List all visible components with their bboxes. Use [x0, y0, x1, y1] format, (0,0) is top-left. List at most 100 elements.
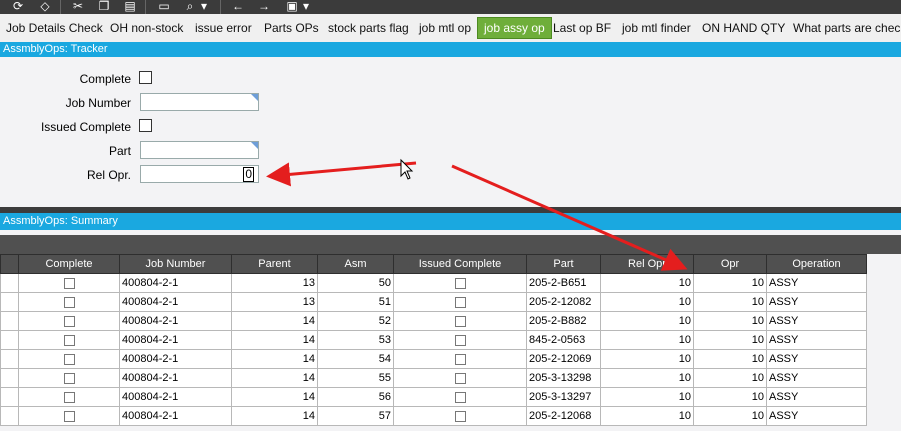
row-checkbox[interactable] [454, 410, 466, 422]
row-checkbox[interactable] [454, 372, 466, 384]
part-cell[interactable]: 205-2-12069 [526, 349, 601, 369]
issued-complete-cell[interactable] [393, 406, 527, 426]
complete-cell[interactable] [18, 368, 120, 388]
job-number-cell[interactable]: 400804-2-1 [119, 311, 232, 331]
column-header-issued-complete[interactable]: Issued Complete [393, 254, 527, 274]
tab-job-assy-op[interactable]: job assy op [477, 17, 552, 39]
issued-complete-cell[interactable] [393, 292, 527, 312]
rel-opr-cell[interactable]: 10 [600, 330, 694, 350]
copy-icon[interactable]: ❐ [96, 0, 112, 12]
opr-cell[interactable]: 10 [693, 311, 767, 331]
operation-cell[interactable]: ASSY [766, 330, 867, 350]
parent-cell[interactable]: 14 [231, 311, 318, 331]
column-header-rel-opr[interactable]: Rel Opr [600, 254, 694, 274]
opr-cell[interactable]: 10 [693, 349, 767, 369]
table-row[interactable]: 400804-2-1 13 50 205-2-B651 10 10 ASSY [0, 273, 867, 293]
forward-icon[interactable]: → [256, 0, 272, 12]
table-row[interactable]: 400804-2-1 14 53 845-2-0563 10 10 ASSY [0, 330, 867, 350]
operation-cell[interactable]: ASSY [766, 349, 867, 369]
table-row[interactable]: 400804-2-1 14 54 205-2-12069 10 10 ASSY [0, 349, 867, 369]
asm-cell[interactable]: 54 [317, 349, 394, 369]
cut-icon[interactable]: ✂ [70, 0, 86, 12]
operation-cell[interactable]: ASSY [766, 311, 867, 331]
row-selector[interactable] [0, 273, 19, 293]
row-checkbox[interactable] [63, 277, 75, 289]
opr-cell[interactable]: 10 [693, 292, 767, 312]
tag-icon[interactable]: ◇ [37, 0, 53, 12]
issued-complete-cell[interactable] [393, 368, 527, 388]
opr-cell[interactable]: 10 [693, 368, 767, 388]
row-checkbox[interactable] [63, 315, 75, 327]
column-header-parent[interactable]: Parent [231, 254, 318, 274]
rel-opr-cell[interactable]: 10 [600, 311, 694, 331]
complete-cell[interactable] [18, 406, 120, 426]
dropdown-icon[interactable]: ▾ [302, 0, 310, 12]
row-selector[interactable] [0, 387, 19, 407]
job-number-cell[interactable]: 400804-2-1 [119, 387, 232, 407]
print-icon[interactable]: ▭ [156, 0, 172, 12]
table-row[interactable]: 400804-2-1 13 51 205-2-12082 10 10 ASSY [0, 292, 867, 312]
job-number-cell[interactable]: 400804-2-1 [119, 273, 232, 293]
tab-issue-error[interactable]: issue error [189, 18, 258, 38]
operation-cell[interactable]: ASSY [766, 368, 867, 388]
issued-complete-cell[interactable] [393, 387, 527, 407]
tab-oh-non-stock[interactable]: OH non-stock [104, 18, 189, 38]
back-icon[interactable]: ← [230, 0, 246, 12]
parent-cell[interactable]: 14 [231, 406, 318, 426]
row-checkbox[interactable] [454, 315, 466, 327]
rel-opr-cell[interactable]: 10 [600, 406, 694, 426]
column-header-part[interactable]: Part [526, 254, 601, 274]
complete-cell[interactable] [18, 311, 120, 331]
operation-cell[interactable]: ASSY [766, 273, 867, 293]
parent-cell[interactable]: 13 [231, 273, 318, 293]
complete-cell[interactable] [18, 273, 120, 293]
rel-opr-field[interactable]: 0 [140, 165, 259, 183]
complete-cell[interactable] [18, 387, 120, 407]
row-checkbox[interactable] [63, 372, 75, 384]
asm-cell[interactable]: 55 [317, 368, 394, 388]
asm-cell[interactable]: 52 [317, 311, 394, 331]
column-header-job-number[interactable]: Job Number [119, 254, 232, 274]
row-selector[interactable] [0, 406, 19, 426]
opr-cell[interactable]: 10 [693, 406, 767, 426]
asm-cell[interactable]: 56 [317, 387, 394, 407]
parent-cell[interactable]: 14 [231, 387, 318, 407]
rel-opr-cell[interactable]: 10 [600, 273, 694, 293]
asm-cell[interactable]: 51 [317, 292, 394, 312]
asm-cell[interactable]: 53 [317, 330, 394, 350]
row-selector[interactable] [0, 330, 19, 350]
dropdown-icon[interactable]: ▾ [200, 0, 208, 12]
tab-job-details-check[interactable]: Job Details Check [0, 18, 109, 38]
opr-cell[interactable]: 10 [693, 387, 767, 407]
row-selector[interactable] [0, 349, 19, 369]
rel-opr-cell[interactable]: 10 [600, 368, 694, 388]
table-row[interactable]: 400804-2-1 14 55 205-3-13298 10 10 ASSY [0, 368, 867, 388]
part-cell[interactable]: 205-2-B651 [526, 273, 601, 293]
column-header-operation[interactable]: Operation [766, 254, 867, 274]
table-row[interactable]: 400804-2-1 14 56 205-3-13297 10 10 ASSY [0, 387, 867, 407]
row-checkbox[interactable] [63, 410, 75, 422]
operation-cell[interactable]: ASSY [766, 292, 867, 312]
complete-cell[interactable] [18, 292, 120, 312]
tab-parts-ops[interactable]: Parts OPs [258, 18, 325, 38]
row-checkbox[interactable] [454, 296, 466, 308]
issued-complete-cell[interactable] [393, 330, 527, 350]
asm-cell[interactable]: 57 [317, 406, 394, 426]
table-row[interactable]: 400804-2-1 14 57 205-2-12068 10 10 ASSY [0, 406, 867, 426]
column-header-asm[interactable]: Asm [317, 254, 394, 274]
paste-icon[interactable]: ▤ [122, 0, 138, 12]
parent-cell[interactable]: 14 [231, 330, 318, 350]
tab-last-op-bf[interactable]: Last op BF [547, 18, 617, 38]
save-icon[interactable]: ▣ [284, 0, 300, 12]
operation-cell[interactable]: ASSY [766, 406, 867, 426]
row-checkbox[interactable] [63, 391, 75, 403]
asm-cell[interactable]: 50 [317, 273, 394, 293]
job-number-cell[interactable]: 400804-2-1 [119, 406, 232, 426]
opr-cell[interactable]: 10 [693, 273, 767, 293]
issued-complete-cell[interactable] [393, 311, 527, 331]
part-cell[interactable]: 205-3-13298 [526, 368, 601, 388]
row-checkbox[interactable] [454, 391, 466, 403]
rel-opr-cell[interactable]: 10 [600, 349, 694, 369]
row-checkbox[interactable] [454, 334, 466, 346]
job-number-cell[interactable]: 400804-2-1 [119, 292, 232, 312]
